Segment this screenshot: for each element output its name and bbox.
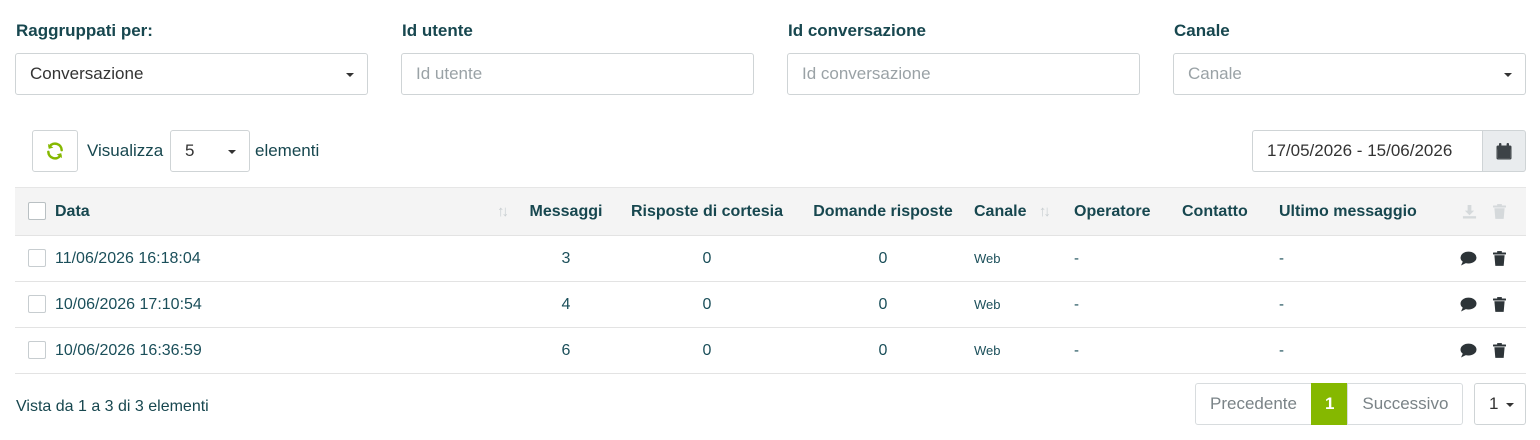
table-row: 10/06/2026 17:10:54 4 0 0 Web - - xyxy=(15,281,1526,328)
cell-domande: 0 xyxy=(792,235,974,282)
date-range-input[interactable]: 17/05/2026 - 15/06/2026 xyxy=(1252,130,1482,172)
next-page-button[interactable]: Successivo xyxy=(1347,383,1464,425)
filter-conversation-id: Id conversazione xyxy=(787,18,1140,95)
conversation-id-field-wrapper xyxy=(787,53,1140,95)
column-header-operatore: Operatore xyxy=(1074,187,1182,236)
refresh-button[interactable] xyxy=(32,130,78,172)
calendar-button[interactable] xyxy=(1482,130,1526,172)
filter-channel: Canale Canale xyxy=(1173,18,1526,95)
channel-placeholder: Canale xyxy=(1188,64,1242,83)
user-id-label: Id utente xyxy=(402,21,473,40)
comment-icon[interactable] xyxy=(1460,251,1477,266)
refresh-icon xyxy=(47,142,63,160)
page-length-select[interactable]: 5 xyxy=(170,130,250,172)
caret-down-icon xyxy=(1504,73,1512,77)
conversations-table: Data ↑↓ Messaggi Risposte di cortesia Do… xyxy=(15,187,1526,374)
cell-contatto xyxy=(1182,235,1279,282)
cell-ultimo: - xyxy=(1279,327,1439,374)
cell-data: 10/06/2026 17:10:54 xyxy=(55,281,510,328)
header-checkbox-cell xyxy=(15,187,55,236)
page-length-value: 5 xyxy=(185,141,195,160)
cell-ultimo: - xyxy=(1279,281,1439,328)
conversation-id-input[interactable] xyxy=(802,64,1125,84)
group-by-select[interactable]: Conversazione xyxy=(15,53,368,95)
cell-messaggi: 6 xyxy=(510,327,622,374)
group-by-value: Conversazione xyxy=(30,64,144,83)
row-actions-cell xyxy=(1439,235,1526,282)
cell-canale: Web xyxy=(974,327,1074,374)
caret-down-icon xyxy=(1506,403,1514,407)
channel-select[interactable]: Canale xyxy=(1173,53,1526,95)
trash-icon[interactable] xyxy=(1493,296,1506,312)
download-icon xyxy=(1462,204,1476,219)
cell-data: 11/06/2026 16:18:04 xyxy=(55,235,510,282)
cell-risposte: 0 xyxy=(622,281,792,328)
row-checkbox[interactable] xyxy=(28,341,46,360)
cell-contatto xyxy=(1182,281,1279,328)
show-label: Visualizza xyxy=(87,141,164,160)
cell-canale: Web xyxy=(974,235,1074,282)
select-all-checkbox[interactable] xyxy=(28,202,46,221)
comment-icon[interactable] xyxy=(1460,297,1477,312)
sort-icon: ↑↓ xyxy=(497,202,509,220)
page-jump-value: 1 xyxy=(1489,394,1499,413)
cell-ultimo: - xyxy=(1279,235,1439,282)
group-by-label: Raggruppati per: xyxy=(16,21,153,40)
user-id-input[interactable] xyxy=(416,64,739,84)
column-header-risposte: Risposte di cortesia xyxy=(622,187,792,236)
table-row: 11/06/2026 16:18:04 3 0 0 Web - - xyxy=(15,235,1526,282)
column-header-messaggi: Messaggi xyxy=(510,187,622,236)
trash-icon[interactable] xyxy=(1493,250,1506,266)
cell-domande: 0 xyxy=(792,327,974,374)
conversation-id-label: Id conversazione xyxy=(788,21,926,40)
column-header-domande: Domande risposte xyxy=(792,187,974,236)
cell-operatore: - xyxy=(1074,327,1182,374)
calendar-icon xyxy=(1496,142,1512,159)
row-checkbox[interactable] xyxy=(28,295,46,314)
filter-user-id: Id utente xyxy=(401,18,754,95)
column-header-data[interactable]: Data ↑↓ xyxy=(55,187,510,236)
filter-group-by: Raggruppati per: Conversazione xyxy=(15,18,368,95)
row-actions-cell xyxy=(1439,281,1526,328)
header-actions-cell xyxy=(1439,187,1526,236)
cell-messaggi: 3 xyxy=(510,235,622,282)
page-jump-select[interactable]: 1 xyxy=(1474,383,1526,425)
cell-operatore: - xyxy=(1074,281,1182,328)
elements-label: elementi xyxy=(255,141,320,160)
table-header-row: Data ↑↓ Messaggi Risposte di cortesia Do… xyxy=(15,187,1526,236)
trash-icon xyxy=(1493,203,1506,219)
cell-domande: 0 xyxy=(792,281,974,328)
sort-icon: ↑↓ xyxy=(1038,202,1051,220)
table-row: 10/06/2026 16:36:59 6 0 0 Web - - xyxy=(15,327,1526,374)
column-header-ultimo: Ultimo messaggio xyxy=(1279,187,1439,236)
row-checkbox[interactable] xyxy=(28,249,46,268)
page-1-button[interactable]: 1 xyxy=(1310,383,1349,425)
cell-risposte: 0 xyxy=(622,327,792,374)
table-info: Vista da 1 a 3 di 3 elementi xyxy=(16,398,209,415)
cell-contatto xyxy=(1182,327,1279,374)
previous-page-button[interactable]: Precedente xyxy=(1195,383,1312,425)
user-id-field-wrapper xyxy=(401,53,754,95)
cell-data: 10/06/2026 16:36:59 xyxy=(55,327,510,374)
pagination: Precedente 1 Successivo xyxy=(1195,383,1464,425)
caret-down-icon xyxy=(346,73,354,77)
column-header-contatto: Contatto xyxy=(1182,187,1279,236)
cell-canale: Web xyxy=(974,281,1074,328)
caret-down-icon xyxy=(228,150,236,154)
trash-icon[interactable] xyxy=(1493,342,1506,358)
channel-label: Canale xyxy=(1174,21,1230,40)
row-actions-cell xyxy=(1439,327,1526,374)
comment-icon[interactable] xyxy=(1460,343,1477,358)
cell-risposte: 0 xyxy=(622,235,792,282)
cell-messaggi: 4 xyxy=(510,281,622,328)
column-header-canale[interactable]: Canale ↑↓ xyxy=(974,187,1074,236)
cell-operatore: - xyxy=(1074,235,1182,282)
date-range-picker: 17/05/2026 - 15/06/2026 xyxy=(1252,130,1526,172)
